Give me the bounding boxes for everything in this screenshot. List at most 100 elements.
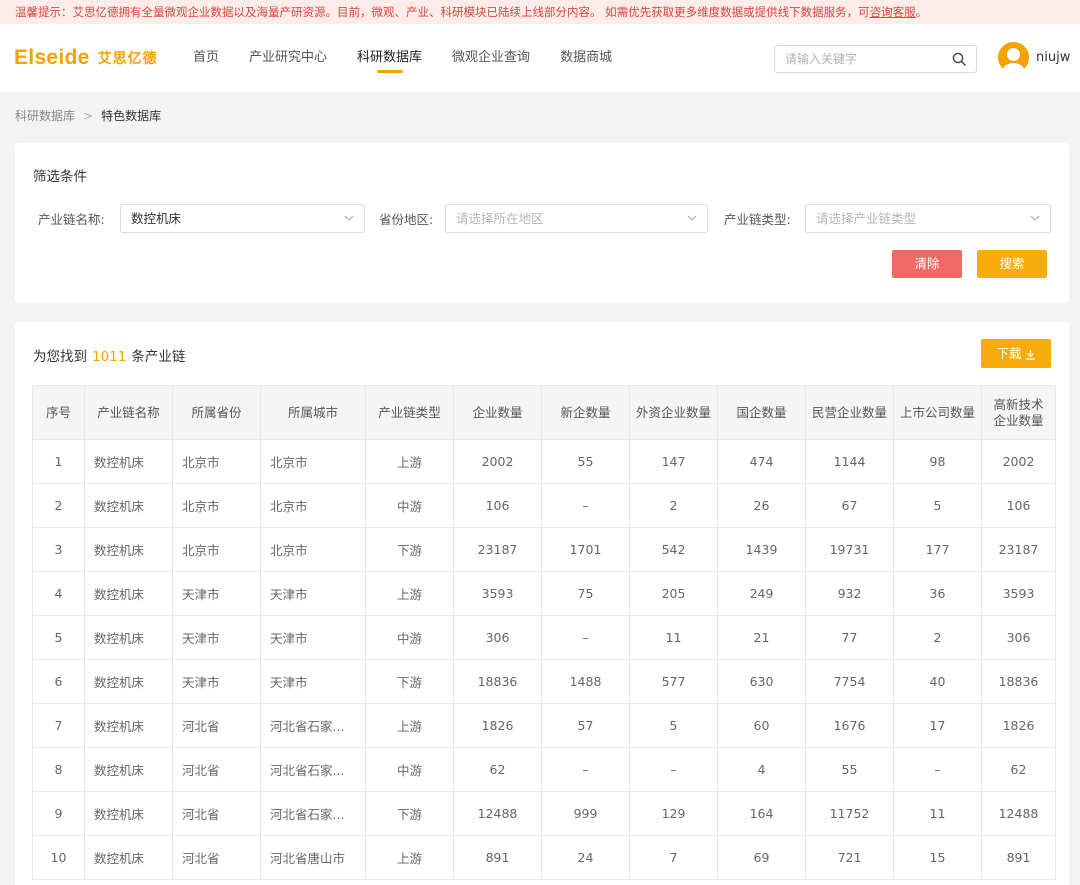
table-cell: 306: [981, 615, 1056, 660]
table-cell: 577: [629, 659, 718, 704]
chain-type-select[interactable]: 请选择产业链类型: [805, 204, 1051, 233]
table-cell: 1: [32, 439, 85, 484]
table-cell: 天津市: [260, 615, 366, 660]
table-cell: –: [629, 747, 718, 792]
table-row[interactable]: 2 数控机床 北京市 北京市 中游 106–2 26 67 5 106: [32, 483, 1056, 528]
table-row[interactable]: 5 数控机床 天津市 天津市 中游 306–11 21 77 2 306: [32, 615, 1056, 660]
table-row[interactable]: 10 数控机床 河北省 河北省唐山市 上游 891 24 7 69 721 15 891: [32, 835, 1056, 880]
table-cell: 177: [893, 527, 982, 572]
table-cell: 721: [805, 835, 894, 880]
table-cell: 69: [717, 835, 806, 880]
table-cell: 7754: [805, 659, 894, 704]
column-header: 新企数量: [541, 385, 630, 440]
industry-chain-table: 序号 产业链名称 所属省份 所属城市 产业链类型 企业数量 新企数量 外资企业数…: [32, 385, 1056, 880]
table-row[interactable]: 6 数控机床 天津市 天津市 下游 18836 1488 577 630 7754 40 18836: [32, 659, 1056, 704]
search-button[interactable]: 搜索: [977, 250, 1047, 278]
table-cell: 106: [981, 483, 1056, 528]
table-cell: 数控机床: [84, 483, 173, 528]
chain-type-label: 产业链类型:: [724, 212, 791, 227]
table-cell: 北京市: [172, 527, 261, 572]
table-cell: 1439: [717, 527, 806, 572]
table-row[interactable]: 7 数控机床 河北省 河北省石家... 上游 1826 57 5 60 1676 17 1826: [32, 703, 1056, 748]
table-row[interactable]: 9 数控机床 河北省 河北省石家... 下游 12488 999 129 164 11752 11 1…: [32, 791, 1056, 836]
nav-home[interactable]: 首页: [178, 24, 234, 92]
breadcrumb-current: 特色数据库: [101, 109, 162, 123]
table-cell: 98: [893, 439, 982, 484]
table-cell: 891: [981, 835, 1056, 880]
table-cell: 3593: [981, 571, 1056, 616]
table-cell: 下游: [365, 527, 454, 572]
top-header: Elseide 艾思亿德 首页 产业研究中心 科研数据库 微观企业查询 数据商城…: [0, 24, 1080, 92]
table-cell: 下游: [365, 659, 454, 704]
table-cell: 24: [541, 835, 630, 880]
brand-logo[interactable]: Elseide 艾思亿德: [14, 46, 158, 69]
table-cell: 数控机床: [84, 439, 173, 484]
table-cell: 数控机床: [84, 659, 173, 704]
user-avatar[interactable]: [998, 42, 1029, 73]
nav-data-mall[interactable]: 数据商城: [545, 24, 627, 92]
username[interactable]: niujw: [1036, 50, 1070, 65]
table-cell: 1701: [541, 527, 630, 572]
table-cell: 542: [629, 527, 718, 572]
download-label: 下载: [996, 346, 1022, 361]
nav-research-database[interactable]: 科研数据库: [342, 24, 437, 92]
breadcrumb-parent[interactable]: 科研数据库: [15, 109, 75, 123]
clear-button[interactable]: 清除: [892, 250, 962, 278]
table-cell: 60: [717, 703, 806, 748]
table-row[interactable]: 4 数控机床 天津市 天津市 上游 3593 75 205 249 932 36 3593: [32, 571, 1056, 616]
table-cell: 7: [32, 703, 85, 748]
download-button[interactable]: 下载: [981, 339, 1051, 368]
table-cell: –: [893, 747, 982, 792]
nav-enterprise-query[interactable]: 微观企业查询: [437, 24, 545, 92]
table-cell: 数控机床: [84, 835, 173, 880]
table-row[interactable]: 3 数控机床 北京市 北京市 下游 23187 1701 542 1439 19731 177 231…: [32, 527, 1056, 572]
table-cell: 999: [541, 791, 630, 836]
chain-name-select[interactable]: 数控机床: [120, 204, 365, 233]
nav-industry-research[interactable]: 产业研究中心: [234, 24, 342, 92]
filter-panel: 筛选条件 产业链名称: 数控机床 省份地区: 请选择所在地区 产业链类型: 请选…: [15, 143, 1069, 303]
table-cell: 36: [893, 571, 982, 616]
table-cell: 河北省: [172, 835, 261, 880]
table-row[interactable]: 1 数控机床 北京市 北京市 上游 2002 55 147 474 1144 98 2002: [32, 439, 1056, 484]
logo-english: Elseide: [14, 46, 90, 69]
column-header: 产业链名称: [84, 385, 173, 440]
table-cell: 2: [893, 615, 982, 660]
header-search: [774, 45, 977, 73]
table-cell: 77: [805, 615, 894, 660]
province-select[interactable]: 请选择所在地区: [445, 204, 708, 233]
table-cell: 中游: [365, 747, 454, 792]
table-cell: 中游: [365, 483, 454, 528]
search-input[interactable]: [775, 46, 935, 72]
table-cell: 天津市: [260, 571, 366, 616]
table-cell: 106: [453, 483, 542, 528]
table-cell: 上游: [365, 439, 454, 484]
table-cell: 天津市: [172, 659, 261, 704]
table-cell: 21: [717, 615, 806, 660]
table-cell: 474: [717, 439, 806, 484]
table-cell: 67: [805, 483, 894, 528]
table-cell: 249: [717, 571, 806, 616]
download-icon: [1025, 350, 1035, 360]
table-cell: 55: [541, 439, 630, 484]
contact-service-link[interactable]: 咨询客服: [870, 5, 916, 19]
table-cell: –: [541, 615, 630, 660]
table-cell: 5: [32, 615, 85, 660]
table-cell: 4: [717, 747, 806, 792]
table-cell: 6: [32, 659, 85, 704]
table-cell: 40: [893, 659, 982, 704]
column-header: 外资企业数量: [629, 385, 718, 440]
table-cell: 164: [717, 791, 806, 836]
table-cell: 北京市: [260, 527, 366, 572]
table-row[interactable]: 8 数控机床 河北省 河北省石家... 中游 62– –4 55–62: [32, 747, 1056, 792]
table-cell: 15: [893, 835, 982, 880]
table-cell: 11: [893, 791, 982, 836]
table-cell: 1826: [981, 703, 1056, 748]
table-cell: 23187: [453, 527, 542, 572]
notice-text: 温馨提示：艾思亿德拥有全量微观企业数据以及海量产研资源。目前，微观、产业、科研模…: [15, 5, 870, 19]
column-header: 产业链类型: [365, 385, 454, 440]
table-cell: 26: [717, 483, 806, 528]
table-cell: 河北省: [172, 747, 261, 792]
column-header: 上市公司数量: [893, 385, 982, 440]
table-cell: 23187: [981, 527, 1056, 572]
search-icon[interactable]: [952, 52, 966, 66]
